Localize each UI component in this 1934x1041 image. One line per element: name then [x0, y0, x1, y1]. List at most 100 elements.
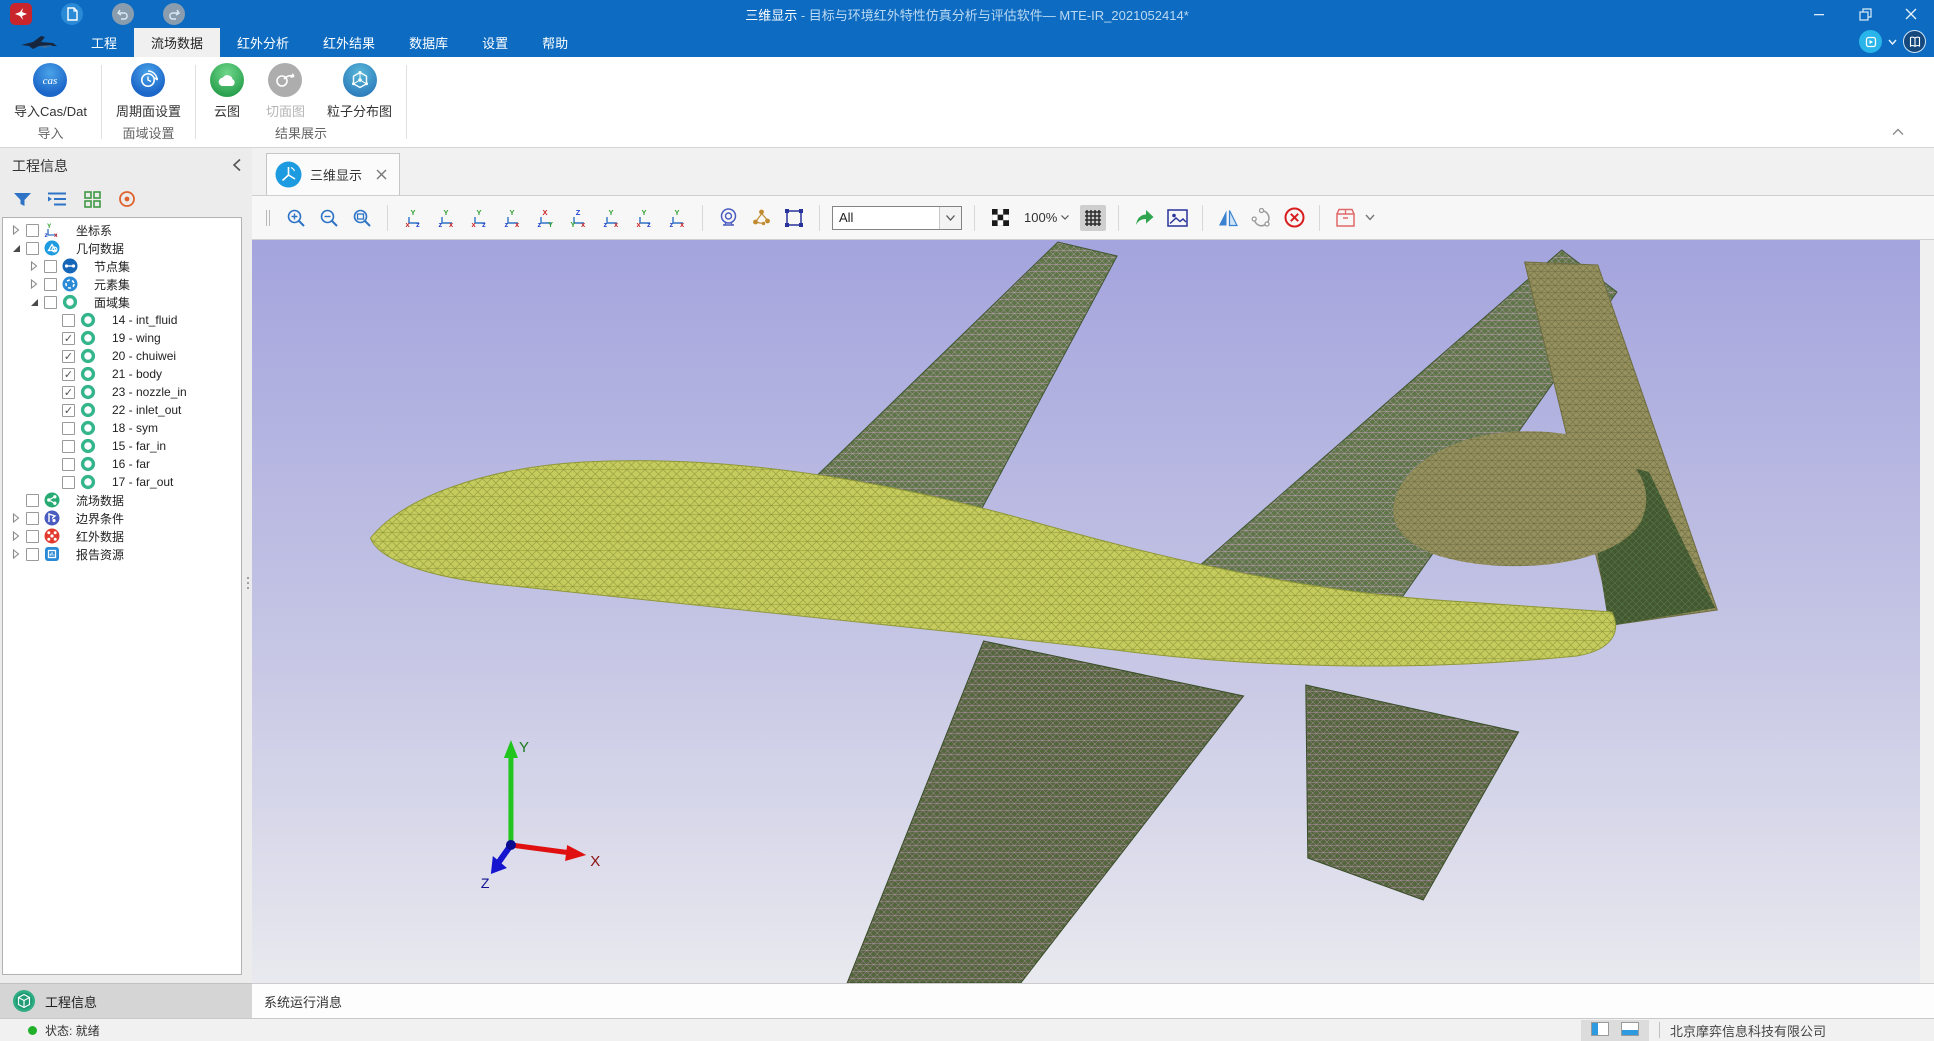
- ribbon-collapse-button[interactable]: [1892, 124, 1904, 139]
- layout-bottom-panel-icon[interactable]: [1621, 1022, 1639, 1039]
- view-orientation-button-7[interactable]: Yzx: [598, 205, 624, 231]
- tree-row-14-int-fluid[interactable]: 14 - int_fluid: [3, 311, 241, 329]
- ribbon-button-clock[interactable]: 周期面设置: [116, 63, 181, 120]
- tree-expander-icon[interactable]: [9, 529, 23, 543]
- tree-checkbox[interactable]: [62, 476, 75, 489]
- view-orientation-button-6[interactable]: ZYx: [565, 205, 591, 231]
- layout-left-panel-icon[interactable]: [1591, 1022, 1609, 1039]
- ribbon-button-cloud[interactable]: 云图: [210, 63, 244, 120]
- feedback-button[interactable]: [1859, 30, 1882, 53]
- tree-checkbox[interactable]: [62, 458, 75, 471]
- tree-row-23-nozzle-in[interactable]: ✓23 - nozzle_in: [3, 383, 241, 401]
- mesh-grid-toggle-button[interactable]: [1080, 205, 1106, 231]
- zoom-fit-button[interactable]: [349, 205, 375, 231]
- menu-item-4[interactable]: 红外结果: [306, 28, 392, 57]
- tree-checkbox[interactable]: [44, 296, 57, 309]
- tree-row-19-wing[interactable]: ✓19 - wing: [3, 329, 241, 347]
- share-nodes-button[interactable]: [1248, 205, 1274, 231]
- tree-expander-icon[interactable]: [27, 259, 41, 273]
- menu-item-5[interactable]: 数据库: [392, 28, 465, 57]
- ribbon-button-cas[interactable]: cas导入Cas/Dat: [14, 63, 87, 120]
- tree-checkbox[interactable]: [44, 260, 57, 273]
- tree-checkbox[interactable]: [26, 530, 39, 543]
- tree-row--[interactable]: 报告资源: [3, 545, 241, 563]
- menu-item-2[interactable]: 流场数据: [134, 28, 220, 57]
- tab-close-icon[interactable]: [376, 169, 387, 180]
- collapse-list-icon[interactable]: [47, 189, 67, 209]
- panel-collapse-icon[interactable]: [232, 158, 242, 175]
- menu-dropdown-caret[interactable]: [1888, 39, 1897, 45]
- tree-row--[interactable]: 几何数据: [3, 239, 241, 257]
- tree-row-17-far-out[interactable]: 17 - far_out: [3, 473, 241, 491]
- tree-row--[interactable]: 元素集: [3, 275, 241, 293]
- tree-row--[interactable]: 面域集: [3, 293, 241, 311]
- tree-row-15-far-in[interactable]: 15 - far_in: [3, 437, 241, 455]
- undo-button[interactable]: [112, 3, 134, 25]
- zoom-in-button[interactable]: [283, 205, 309, 231]
- manual-button[interactable]: [1903, 30, 1926, 53]
- zoom-level-dropdown[interactable]: 100%: [1020, 210, 1073, 225]
- view-orientation-button-1[interactable]: Yxz: [400, 205, 426, 231]
- redo-button[interactable]: [163, 3, 185, 25]
- package-dropdown-caret[interactable]: [1365, 214, 1375, 221]
- tree-checkbox[interactable]: [26, 224, 39, 237]
- tree-row--[interactable]: 节点集: [3, 257, 241, 275]
- tree-expander-icon[interactable]: [9, 223, 23, 237]
- view-orientation-button-9[interactable]: Yzx: [664, 205, 690, 231]
- close-button[interactable]: [1888, 0, 1934, 28]
- toolbar-drag-handle[interactable]: [260, 210, 276, 226]
- tree-row--[interactable]: 边界条件: [3, 509, 241, 527]
- tree-checkbox[interactable]: ✓: [62, 350, 75, 363]
- tree-row-22-inlet-out[interactable]: ✓22 - inlet_out: [3, 401, 241, 419]
- view-orientation-button-4[interactable]: Yzx: [499, 205, 525, 231]
- tree-row-16-far[interactable]: 16 - far: [3, 455, 241, 473]
- tree-checkbox[interactable]: [26, 242, 39, 255]
- maximize-button[interactable]: [1842, 0, 1888, 28]
- filter-icon[interactable]: [12, 189, 32, 209]
- panel-splitter[interactable]: [244, 148, 252, 1018]
- tree-checkbox[interactable]: ✓: [62, 332, 75, 345]
- tree-checkbox[interactable]: [62, 422, 75, 435]
- view-orientation-button-3[interactable]: Yxz: [466, 205, 492, 231]
- menu-item-1[interactable]: 工程: [74, 28, 134, 57]
- new-document-button[interactable]: [61, 3, 83, 25]
- menu-item-7[interactable]: 帮助: [525, 28, 585, 57]
- tree-row-21-body[interactable]: ✓21 - body: [3, 365, 241, 383]
- tree-checkbox[interactable]: [26, 548, 39, 561]
- tree-row-18-sym[interactable]: 18 - sym: [3, 419, 241, 437]
- tree-expander-icon[interactable]: [9, 511, 23, 525]
- tree-row--[interactable]: Yzx坐标系: [3, 221, 241, 239]
- tree-checkbox[interactable]: ✓: [62, 368, 75, 381]
- ribbon-button-particles[interactable]: 粒子分布图: [327, 63, 392, 120]
- tree-expander-icon[interactable]: [27, 277, 41, 291]
- package-button[interactable]: [1332, 205, 1358, 231]
- tree-checkbox[interactable]: [44, 278, 57, 291]
- menu-item-6[interactable]: 设置: [465, 28, 525, 57]
- tree-checkbox[interactable]: ✓: [62, 404, 75, 417]
- project-info-bottom-button[interactable]: 工程信息: [0, 983, 252, 1018]
- tree-checkbox[interactable]: [26, 494, 39, 507]
- view-orientation-button-5[interactable]: XzY: [532, 205, 558, 231]
- perspective-camera-button[interactable]: [715, 205, 741, 231]
- tree-checkbox[interactable]: [62, 440, 75, 453]
- menu-item-3[interactable]: 红外分析: [220, 28, 306, 57]
- view-orientation-button-8[interactable]: Yxz: [631, 205, 657, 231]
- combo-dropdown-icon[interactable]: [939, 207, 961, 229]
- tree-checkbox[interactable]: [26, 512, 39, 525]
- tree-checkbox[interactable]: ✓: [62, 386, 75, 399]
- locate-target-icon[interactable]: [117, 189, 137, 209]
- tab-3d-view[interactable]: 三维显示: [266, 153, 400, 195]
- delete-button[interactable]: [1281, 205, 1307, 231]
- zoom-out-button[interactable]: [316, 205, 342, 231]
- tree-row--[interactable]: 红外数据: [3, 527, 241, 545]
- display-filter-combo[interactable]: All: [832, 206, 962, 230]
- mirror-button[interactable]: [1215, 205, 1241, 231]
- tree-row--[interactable]: 流场数据: [3, 491, 241, 509]
- minimize-button[interactable]: [1796, 0, 1842, 28]
- grid-view-icon[interactable]: [82, 189, 102, 209]
- view-orientation-button-2[interactable]: Yzx: [433, 205, 459, 231]
- tree-row-20-chuiwei[interactable]: ✓20 - chuiwei: [3, 347, 241, 365]
- tree-expander-icon[interactable]: [27, 295, 41, 309]
- export-view-button[interactable]: [1131, 205, 1157, 231]
- snapshot-button[interactable]: [1164, 205, 1190, 231]
